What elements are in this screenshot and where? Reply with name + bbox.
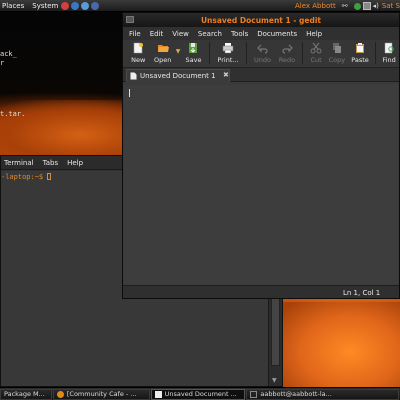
browser-icon[interactable]	[61, 1, 70, 10]
document-icon	[130, 72, 137, 80]
network-icon[interactable]: ⚯	[342, 2, 348, 10]
undo-label: Undo	[254, 56, 272, 64]
copy-button[interactable]: Copy	[326, 40, 348, 64]
desktop-text-line: r	[0, 59, 5, 67]
new-document-icon	[133, 42, 144, 54]
wallpaper-orange-glow	[270, 302, 400, 397]
paste-button[interactable]: Paste	[348, 40, 372, 64]
mail-icon[interactable]	[81, 1, 90, 10]
desktop-text-line: ack_	[0, 50, 17, 58]
save-icon	[189, 43, 198, 53]
toolbar-separator	[302, 42, 304, 64]
taskbar-item-label: aabbott@aabbott-la...	[260, 390, 332, 398]
user-name[interactable]: Alex Abbott	[295, 2, 336, 10]
cut-label: Cut	[310, 56, 322, 64]
menu-edit[interactable]: Edit	[150, 30, 164, 38]
save-label: Save	[185, 56, 202, 64]
terminal-icon	[250, 390, 258, 398]
bottom-panel: Package M... [Community Cafe - ... Unsav…	[0, 387, 400, 400]
terminal-menu-terminal[interactable]: Terminal	[4, 159, 34, 167]
taskbar-item[interactable]: aabbott@aabbott-la...	[246, 388, 399, 400]
gedit-toolbar: New Open ▼ Save Print... Undo Redo Cut C…	[123, 40, 399, 68]
toolbar-separator	[375, 42, 377, 64]
places-menu[interactable]: Places	[2, 2, 24, 10]
taskbar-item-label: Package M...	[4, 390, 45, 398]
battery-icon[interactable]	[362, 2, 371, 10]
taskbar-item-label: [Community Cafe - ...	[66, 390, 137, 398]
print-label: Print...	[217, 56, 239, 64]
wallpaper-orange-band	[0, 100, 130, 160]
toolbar-separator	[208, 42, 210, 64]
find-label: Find	[382, 56, 396, 64]
copy-label: Copy	[328, 56, 346, 64]
menu-view[interactable]: View	[172, 30, 189, 38]
chat-icon	[56, 390, 64, 398]
gedit-statusbar: Ln 1, Col 1	[123, 285, 399, 298]
toolbar-separator	[246, 42, 248, 64]
taskbar-item-label: Unsaved Document ...	[164, 390, 237, 398]
document-icon	[154, 390, 162, 398]
clock[interactable]: Sat S	[382, 2, 400, 10]
print-button[interactable]: Print...	[213, 40, 244, 64]
window-title: Unsaved Document 1 - gedit	[200, 16, 322, 25]
terminal-prompt: -laptop:~$	[1, 173, 48, 181]
undo-button[interactable]: Undo	[250, 40, 274, 64]
document-tabbar: Unsaved Document 1 ✖	[123, 68, 399, 82]
top-panel: Places System Alex Abbott ⚯ ◂) Sat S	[0, 0, 400, 12]
scroll-down-icon[interactable]: ▼	[272, 377, 277, 384]
update-icon[interactable]	[353, 2, 361, 10]
terminal-cursor	[47, 173, 52, 180]
system-menu[interactable]: System	[32, 2, 58, 10]
new-button[interactable]: New	[126, 40, 150, 64]
cut-button[interactable]: Cut	[306, 40, 326, 64]
desktop-text-line: t.tar.	[0, 110, 26, 118]
open-button[interactable]: Open	[150, 40, 174, 64]
menu-tools[interactable]: Tools	[231, 30, 248, 38]
copy-icon	[332, 43, 341, 53]
new-label: New	[131, 56, 146, 64]
taskbar-item[interactable]: Package M...	[0, 388, 52, 400]
printer-icon	[222, 43, 234, 54]
volume-icon[interactable]: ◂)	[373, 2, 379, 10]
terminal-menu-tabs[interactable]: Tabs	[43, 159, 59, 167]
launcher-icon[interactable]	[91, 1, 100, 10]
paste-label: Paste	[351, 56, 369, 64]
gedit-window[interactable]: Unsaved Document 1 - gedit File Edit Vie…	[122, 12, 400, 299]
gedit-titlebar[interactable]: Unsaved Document 1 - gedit	[123, 13, 399, 27]
cursor-position: Ln 1, Col 1	[343, 289, 381, 297]
redo-icon	[282, 44, 293, 54]
help-icon[interactable]	[71, 1, 80, 10]
find-button[interactable]: Find	[379, 40, 399, 64]
menu-search[interactable]: Search	[198, 30, 222, 38]
taskbar-item-active[interactable]: Unsaved Document ...	[150, 388, 246, 400]
menu-file[interactable]: File	[129, 30, 141, 38]
menu-documents[interactable]: Documents	[257, 30, 297, 38]
text-caret	[129, 89, 130, 97]
panel-right-area: Alex Abbott ⚯ ◂) Sat S	[295, 0, 400, 12]
terminal-prompt-line: -laptop:~$	[1, 173, 52, 181]
undo-icon	[256, 44, 268, 54]
gedit-menubar: File Edit View Search Tools Documents He…	[123, 27, 399, 40]
folder-open-icon	[157, 45, 169, 52]
open-label: Open	[153, 56, 172, 64]
text-editor-area[interactable]	[124, 85, 398, 284]
redo-label: Redo	[278, 56, 296, 64]
taskbar-item[interactable]: [Community Cafe - ...	[52, 388, 150, 400]
redo-button[interactable]: Redo	[275, 40, 299, 64]
scissors-icon	[310, 42, 322, 54]
menu-help[interactable]: Help	[306, 30, 322, 38]
chevron-down-icon: ▼	[175, 48, 181, 55]
find-icon	[384, 42, 394, 54]
document-tab[interactable]: Unsaved Document 1 ✖	[126, 69, 230, 82]
close-tab-icon[interactable]: ✖	[223, 71, 229, 79]
save-button[interactable]: Save	[181, 40, 205, 64]
document-tab-label: Unsaved Document 1	[140, 72, 216, 80]
clipboard-icon	[355, 43, 364, 53]
terminal-menu-help[interactable]: Help	[67, 159, 83, 167]
